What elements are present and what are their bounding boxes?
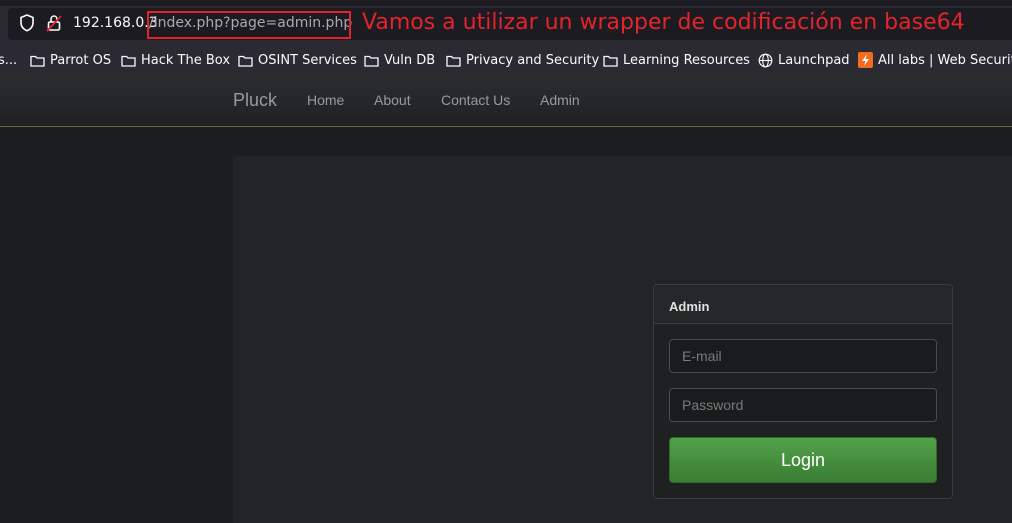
folder-icon xyxy=(121,55,136,67)
nav-about[interactable]: About xyxy=(374,92,411,108)
lightning-icon xyxy=(858,52,873,68)
bookmark-learning-resources[interactable]: Learning Resources xyxy=(603,51,750,69)
folder-icon xyxy=(446,55,461,67)
site-brand[interactable]: Pluck xyxy=(233,90,277,111)
admin-login-box: Admin Login xyxy=(653,284,953,499)
annotation-text: Vamos a utilizar un wrapper de codificac… xyxy=(362,10,965,35)
folder-icon xyxy=(603,55,618,67)
email-input[interactable] xyxy=(669,339,937,373)
bookmark-vuln-db[interactable]: Vuln DB xyxy=(364,51,435,69)
login-header: Admin xyxy=(654,285,952,324)
bookmark-hack-the-box[interactable]: Hack The Box xyxy=(121,51,230,69)
bookmark-parrot-os[interactable]: Parrot OS xyxy=(30,51,111,69)
folder-icon xyxy=(30,55,45,67)
password-input[interactable] xyxy=(669,388,937,422)
bookmark-item[interactable]: s... xyxy=(0,51,17,69)
nav-contact-us[interactable]: Contact Us xyxy=(441,92,510,108)
folder-icon xyxy=(238,55,253,67)
nav-admin[interactable]: Admin xyxy=(540,92,580,108)
bookmark-osint-services[interactable]: OSINT Services xyxy=(238,51,357,69)
bookmark-all-labs[interactable]: All labs | Web Securit xyxy=(858,51,1012,69)
bookmark-launchpad[interactable]: Launchpad xyxy=(758,51,850,69)
bookmark-privacy-and-security[interactable]: Privacy and Security xyxy=(446,51,599,69)
folder-icon xyxy=(364,55,379,67)
globe-icon xyxy=(758,53,773,67)
login-button[interactable]: Login xyxy=(669,437,937,483)
url-path-highlight-box xyxy=(147,11,351,39)
bookmarks-bar: s... Parrot OS Hack The Box OSINT Servic… xyxy=(0,44,1012,76)
login-title: Admin xyxy=(669,299,710,314)
site-header: Pluck Home About Contact Us Admin xyxy=(0,76,1012,127)
lock-insecure-icon[interactable] xyxy=(46,14,62,32)
nav-home[interactable]: Home xyxy=(307,92,344,108)
shield-icon[interactable] xyxy=(19,14,35,32)
url-host[interactable]: 192.168.0.3 xyxy=(73,15,158,31)
